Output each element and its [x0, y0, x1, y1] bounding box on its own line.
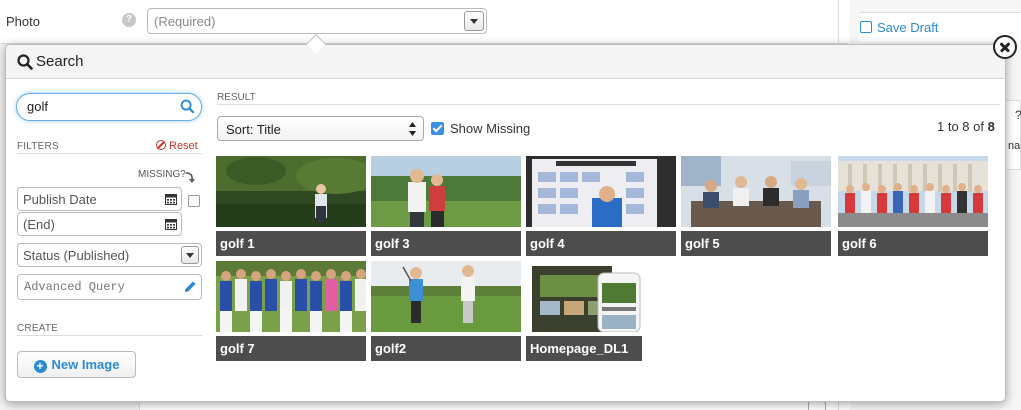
help-icon[interactable]: ? [122, 13, 136, 27]
pencil-icon[interactable] [183, 280, 197, 294]
golf-photo-thumbnail [526, 156, 676, 227]
result-tile[interactable]: golf 7 [216, 261, 366, 361]
show-missing-label: Show Missing [450, 121, 531, 136]
plus-circle-icon: + [33, 359, 47, 373]
calendar-icon[interactable] [165, 218, 177, 230]
new-image-label: New Image [51, 356, 120, 372]
golf-photo-thumbnail [681, 156, 831, 227]
result-tile[interactable]: golf 5 [681, 156, 831, 256]
edit-icon [860, 21, 872, 33]
reset-label: Reset [169, 140, 198, 152]
show-missing-checkbox[interactable] [431, 122, 444, 135]
advanced-query-input[interactable]: Advanced Query [17, 274, 202, 300]
right-panel-question: ? [1015, 108, 1021, 122]
photo-field-row: Photo ? (Required) [0, 0, 848, 44]
chevron-down-icon[interactable] [181, 246, 199, 264]
result-caption: golf 6 [838, 231, 988, 256]
search-query-field[interactable] [16, 93, 202, 121]
search-icon[interactable] [180, 99, 195, 114]
sort-value: Sort: Title [226, 122, 281, 137]
calendar-icon[interactable] [165, 193, 177, 205]
result-caption: golf 3 [371, 231, 521, 256]
advanced-query-placeholder: Advanced Query [24, 280, 125, 294]
result-tile[interactable]: golf 3 [371, 156, 521, 256]
result-caption: golf 4 [526, 231, 676, 256]
publish-date-field[interactable]: Publish Date [17, 187, 182, 211]
result-count: 1 to 8 of 8 [937, 119, 995, 134]
golf-photo-thumbnail [838, 156, 988, 227]
photo-field-label: Photo [6, 14, 40, 29]
result-divider [217, 104, 1000, 105]
reset-link[interactable]: Reset [156, 140, 198, 152]
status-value: Status (Published) [23, 248, 130, 263]
end-date-label: (End) [23, 217, 55, 232]
sort-select[interactable]: Sort: Title [217, 116, 424, 141]
golf-photo-thumbnail [216, 156, 366, 227]
status-select[interactable]: Status (Published) [17, 243, 202, 267]
curved-arrow-icon [185, 172, 195, 183]
result-tile[interactable]: golf 1 [216, 156, 366, 256]
missing-publish-date-checkbox[interactable] [188, 195, 200, 207]
publish-date-label: Publish Date [23, 192, 97, 207]
result-tile[interactable]: golf2 [371, 261, 521, 361]
result-caption: golf 1 [216, 231, 366, 256]
missing-heading: MISSING? [138, 169, 186, 180]
modal-header: Search [6, 45, 1005, 79]
sort-arrows-icon [409, 122, 416, 136]
create-divider [17, 335, 202, 336]
photo-select[interactable]: (Required) [147, 8, 487, 34]
result-heading: RESULT [217, 92, 256, 103]
result-tile[interactable]: golf 4 [526, 156, 676, 256]
result-tile[interactable]: golf 6 [838, 156, 988, 256]
search-input[interactable] [27, 99, 177, 114]
filters-divider [17, 153, 202, 154]
save-draft-link[interactable]: Save Draft [860, 20, 938, 35]
new-image-button[interactable]: + New Image [17, 351, 136, 378]
chevron-down-icon[interactable] [464, 11, 484, 31]
ban-icon [156, 140, 166, 150]
close-icon[interactable] [993, 35, 1017, 59]
filters-heading: FILTERS [17, 141, 59, 152]
result-caption: golf 7 [216, 336, 366, 361]
photo-select-value: (Required) [154, 14, 216, 29]
website-screenshot-thumbnail [526, 261, 676, 332]
result-count-prefix: 1 to 8 of [937, 119, 988, 134]
search-modal: Search FILTERS Reset MISSING? Publish Da… [5, 44, 1006, 402]
golf-photo-thumbnail [216, 261, 366, 332]
golf-photo-thumbnail [371, 156, 521, 227]
result-caption: Homepage_DL1 [526, 336, 642, 361]
search-icon [17, 54, 33, 70]
result-caption: golf 5 [681, 231, 831, 256]
result-caption: golf2 [371, 336, 521, 361]
modal-title: Search [36, 53, 84, 70]
golf-photo-thumbnail [371, 261, 521, 332]
result-tile[interactable]: Homepage_DL1 [526, 261, 676, 361]
background-control [808, 401, 826, 410]
save-draft-label: Save Draft [877, 20, 939, 35]
create-heading: CREATE [17, 323, 59, 334]
end-date-field[interactable]: (End) [17, 212, 182, 236]
result-count-total: 8 [987, 119, 995, 134]
right-panel-text: nal [1008, 140, 1021, 152]
